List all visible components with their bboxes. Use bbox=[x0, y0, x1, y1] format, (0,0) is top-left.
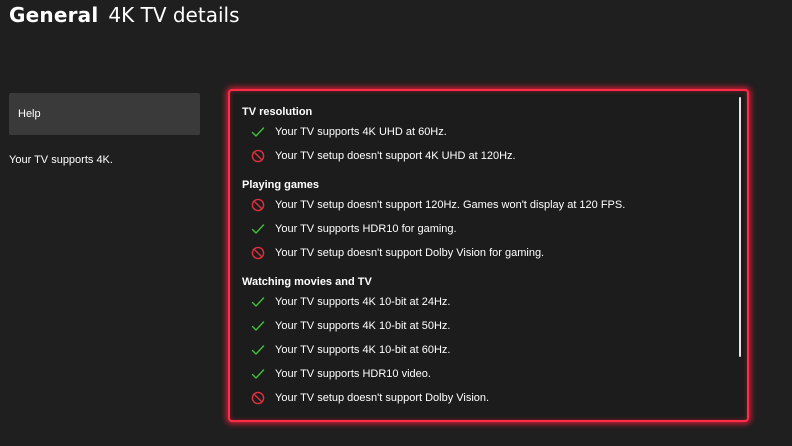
item-text: Your TV supports 4K 10-bit at 60Hz. bbox=[275, 344, 451, 356]
group-title: TV resolution bbox=[242, 106, 313, 118]
checkmark-icon bbox=[251, 319, 265, 333]
item-text: Your TV supports HDR10 video. bbox=[275, 368, 431, 380]
group-title: Watching movies and TV bbox=[242, 276, 372, 288]
checkmark-icon bbox=[251, 367, 265, 381]
details-panel[interactable]: TV resolution Your TV supports 4K UHD at… bbox=[228, 89, 749, 422]
item-text: Your TV setup doesn't support Dolby Visi… bbox=[275, 392, 490, 404]
list-item: Your TV setup doesn't support 4K UHD at … bbox=[242, 144, 731, 168]
checkmark-icon bbox=[251, 295, 265, 309]
help-button-label: Help bbox=[18, 108, 41, 120]
item-text: Your TV supports 4K UHD at 60Hz. bbox=[275, 126, 447, 138]
group-tv-resolution: TV resolution Your TV supports 4K UHD at… bbox=[242, 104, 731, 168]
not-supported-icon bbox=[251, 246, 265, 260]
list-item: Your TV supports 4K UHD at 60Hz. bbox=[242, 120, 731, 144]
tv-details-page: General 4K TV details Help Your TV suppo… bbox=[0, 0, 792, 446]
page-title: 4K TV details bbox=[108, 3, 240, 27]
checkmark-icon bbox=[251, 343, 265, 357]
not-supported-icon bbox=[251, 198, 265, 212]
item-text: Your TV setup doesn't support 120Hz. Gam… bbox=[275, 199, 626, 211]
scrollbar[interactable] bbox=[739, 97, 741, 357]
list-item: Your TV supports 4K 10-bit at 24Hz. bbox=[242, 290, 731, 314]
group-playing-games: Playing games Your TV setup doesn't supp… bbox=[242, 177, 731, 265]
tv-support-summary: Your TV supports 4K. bbox=[9, 154, 113, 166]
item-text: Your TV setup doesn't support 4K UHD at … bbox=[275, 150, 516, 162]
item-text: Your TV supports 4K 10-bit at 24Hz. bbox=[275, 296, 451, 308]
list-item: Your TV supports HDR10 for gaming. bbox=[242, 217, 731, 241]
checkmark-icon bbox=[251, 222, 265, 236]
not-supported-icon bbox=[251, 391, 265, 405]
group-title: Playing games bbox=[242, 179, 320, 191]
not-supported-icon bbox=[251, 149, 265, 163]
item-text: Your TV setup doesn't support Dolby Visi… bbox=[275, 247, 545, 259]
section-title: General bbox=[9, 3, 99, 27]
checkmark-icon bbox=[251, 125, 265, 139]
page-header: General 4K TV details bbox=[9, 3, 240, 29]
item-text: Your TV supports HDR10 for gaming. bbox=[275, 223, 457, 235]
item-text: Your TV supports 4K 10-bit at 50Hz. bbox=[275, 320, 451, 332]
help-button[interactable]: Help bbox=[9, 93, 200, 135]
group-watching-movies-and-tv: Watching movies and TV Your TV supports … bbox=[242, 274, 731, 410]
list-item: Your TV supports HDR10 video. bbox=[242, 362, 731, 386]
details-list: TV resolution Your TV supports 4K UHD at… bbox=[242, 104, 731, 416]
list-item: Your TV supports 4K 10-bit at 50Hz. bbox=[242, 314, 731, 338]
list-item: Your TV setup doesn't support Dolby Visi… bbox=[242, 241, 731, 265]
list-item: Your TV supports 4K 10-bit at 60Hz. bbox=[242, 338, 731, 362]
list-item: Your TV setup doesn't support Dolby Visi… bbox=[242, 386, 731, 410]
list-item: Your TV setup doesn't support 120Hz. Gam… bbox=[242, 193, 731, 217]
